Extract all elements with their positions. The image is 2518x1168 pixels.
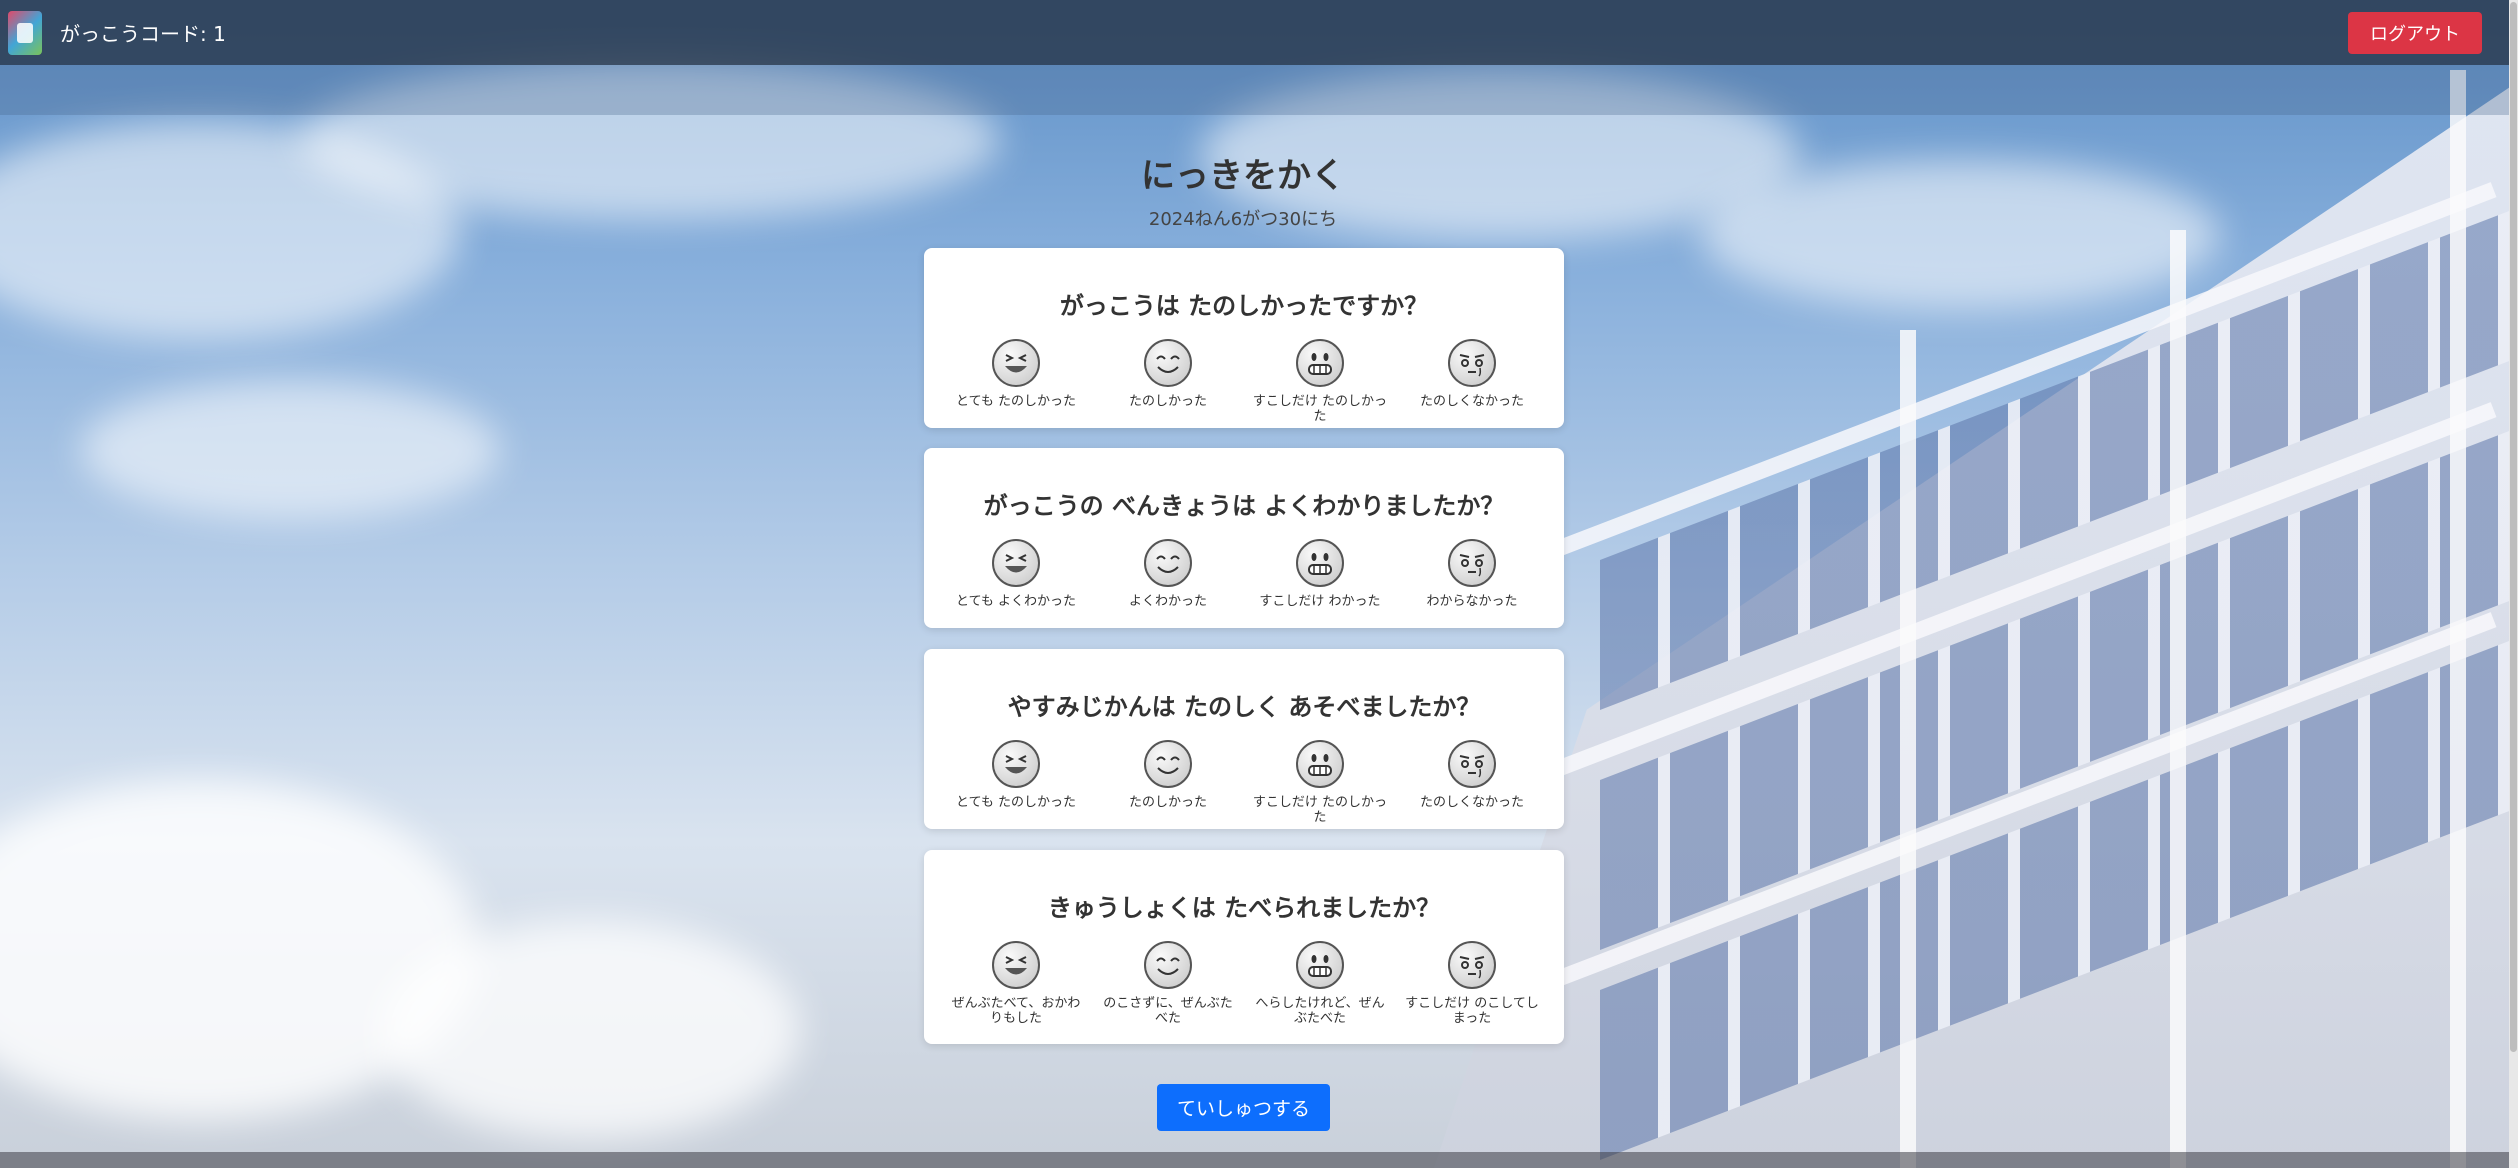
happy-face-icon[interactable] [1144, 740, 1192, 788]
option-happy[interactable]: たのしかった [1098, 339, 1238, 425]
question-card-lunch: きゅうしょくは たべられましたか？ ぜんぶたべて、おかわりもした のこさずに、ぜ… [924, 850, 1564, 1044]
footer-strip [0, 1152, 2518, 1168]
very-happy-face-icon[interactable] [992, 339, 1040, 387]
option-very-happy[interactable]: とても よくわかった [946, 539, 1086, 610]
very-happy-face-icon[interactable] [992, 539, 1040, 587]
option-label: すこしだけ たのしかった [1252, 795, 1388, 825]
grin-face-icon[interactable] [1296, 941, 1344, 989]
option-very-happy[interactable]: ぜんぶたべて、おかわりもした [946, 941, 1086, 1027]
option-label: たのしかった [1128, 394, 1207, 409]
logout-button[interactable]: ログアウト [2348, 11, 2482, 54]
option-happy[interactable]: よくわかった [1098, 539, 1238, 610]
option-sad[interactable]: わからなかった [1402, 539, 1542, 610]
answer-options: とても たのしかった たのしかった すこしだけ たのしかった たのしくなかった [940, 339, 1548, 425]
grin-face-icon[interactable] [1296, 339, 1344, 387]
grin-face-icon[interactable] [1296, 740, 1344, 788]
option-very-happy[interactable]: とても たのしかった [946, 740, 1086, 826]
option-label: のこさずに、ぜんぶたべた [1103, 996, 1233, 1026]
option-label: すこしだけ のこしてしまった [1405, 996, 1539, 1026]
very-happy-face-icon[interactable] [992, 941, 1040, 989]
answer-options: とても たのしかった たのしかった すこしだけ たのしかった たのしくなかった [940, 740, 1548, 826]
school-logo-icon[interactable] [8, 10, 42, 55]
option-very-happy[interactable]: とても たのしかった [946, 339, 1086, 425]
option-grin[interactable]: すこしだけ たのしかった [1250, 339, 1390, 425]
option-label: とても たのしかった [955, 394, 1077, 409]
option-label: たのしかった [1128, 795, 1207, 810]
question-card-school-fun: がっこうは たのしかったですか？ とても たのしかった たのしかった すこしだけ… [924, 248, 1564, 428]
page-title: にっきをかく [1141, 156, 1345, 196]
submit-button[interactable]: ていしゅつする [1157, 1084, 1330, 1131]
happy-face-icon[interactable] [1144, 539, 1192, 587]
sad-face-icon[interactable] [1448, 941, 1496, 989]
option-label: よくわかった [1128, 594, 1207, 609]
grin-face-icon[interactable] [1296, 539, 1344, 587]
option-grin[interactable]: すこしだけ わかった [1250, 539, 1390, 610]
option-grin[interactable]: すこしだけ たのしかった [1250, 740, 1390, 826]
scrollbar-thumb[interactable] [2510, 2, 2517, 1052]
brand: がっこうコード: 1 [8, 10, 226, 55]
option-sad[interactable]: たのしくなかった [1402, 339, 1542, 425]
question-title: やすみじかんは たのしく あそべましたか？ [1007, 693, 1481, 721]
answer-options: ぜんぶたべて、おかわりもした のこさずに、ぜんぶたべた へらしたけれど、ぜんぶた… [940, 941, 1548, 1027]
option-label: へらしたけれど、ぜんぶたべた [1255, 996, 1385, 1026]
page-scrollbar[interactable] [2509, 0, 2518, 1168]
question-title: がっこうは たのしかったですか？ [1059, 292, 1429, 320]
option-label: わからなかった [1426, 594, 1518, 609]
option-label: すこしだけ わかった [1259, 594, 1381, 609]
option-grin[interactable]: へらしたけれど、ぜんぶたべた [1250, 941, 1390, 1027]
sad-face-icon[interactable] [1448, 339, 1496, 387]
happy-face-icon[interactable] [1144, 339, 1192, 387]
question-title: きゅうしょくは たべられましたか？ [1047, 894, 1441, 922]
question-card-study: がっこうの べんきょうは よくわかりましたか？ とても よくわかった よくわかっ… [924, 448, 1564, 628]
header-subbar [0, 65, 2518, 115]
option-sad[interactable]: すこしだけ のこしてしまった [1402, 941, 1542, 1027]
option-label: とても よくわかった [955, 594, 1077, 609]
sad-face-icon[interactable] [1448, 539, 1496, 587]
option-happy[interactable]: のこさずに、ぜんぶたべた [1098, 941, 1238, 1027]
option-label: ぜんぶたべて、おかわりもした [951, 996, 1081, 1026]
very-happy-face-icon[interactable] [992, 740, 1040, 788]
option-label: たのしくなかった [1419, 394, 1524, 409]
answer-options: とても よくわかった よくわかった すこしだけ わかった わからなかった [940, 539, 1548, 610]
school-code: がっこうコード: 1 [60, 22, 226, 46]
option-sad[interactable]: たのしくなかった [1402, 740, 1542, 826]
page-date: 2024ねん6がつ30にち [1148, 209, 1338, 230]
top-navbar: がっこうコード: 1 ログアウト [0, 0, 2518, 65]
happy-face-icon[interactable] [1144, 941, 1192, 989]
question-title: がっこうの べんきょうは よくわかりましたか？ [983, 492, 1505, 520]
option-label: たのしくなかった [1419, 795, 1524, 810]
question-card-recess: やすみじかんは たのしく あそべましたか？ とても たのしかった たのしかった … [924, 649, 1564, 829]
option-happy[interactable]: たのしかった [1098, 740, 1238, 826]
option-label: とても たのしかった [955, 795, 1077, 810]
sad-face-icon[interactable] [1448, 740, 1496, 788]
option-label: すこしだけ たのしかった [1252, 394, 1388, 424]
